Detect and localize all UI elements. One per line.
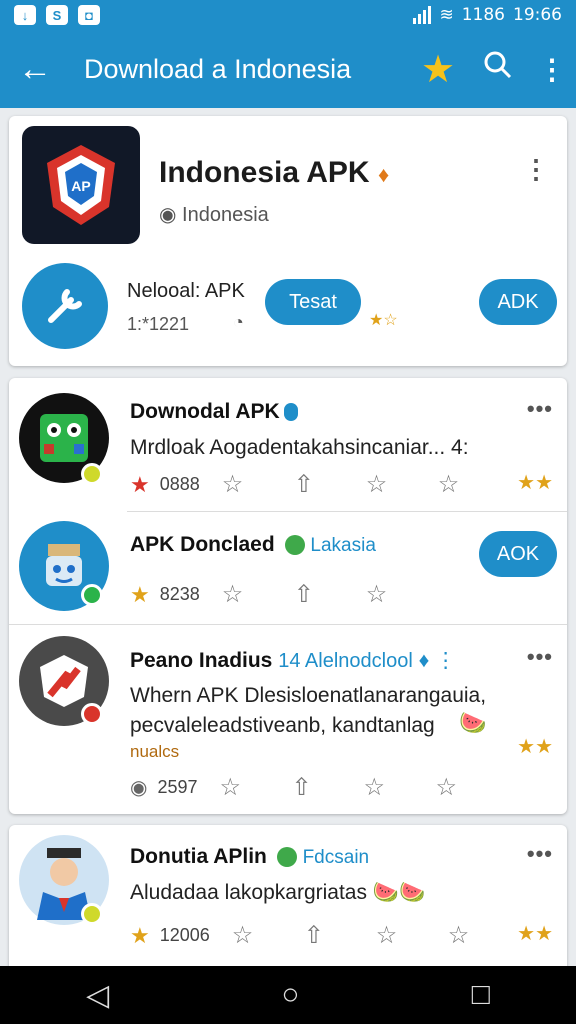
system-nav-bar: ◁ ○ □ (0, 966, 576, 1024)
badge-icon (81, 703, 103, 725)
app-notification-icon: S (46, 5, 68, 25)
signal-icon (413, 6, 432, 24)
app-title: Indonesia APK ♦ (159, 156, 390, 189)
item-actions: ◉ 2597 ☆ ⇧ ☆ ☆ (130, 773, 508, 802)
item-more-icon[interactable]: ••• (527, 644, 553, 670)
list-item-desc: Mrdloak Aogadentakahsincaniar... 4: (130, 436, 469, 459)
badge-icon (81, 584, 103, 606)
verified-icon: ♦ ⋮ (418, 649, 457, 672)
rating-stars-icon: ★★ (517, 736, 553, 758)
star-outline-icon[interactable]: ☆ (436, 773, 508, 802)
star-outline-icon[interactable]: ☆ (220, 773, 292, 802)
list-item-name[interactable]: APK Donclaed Lakasia (130, 533, 376, 557)
like-icon[interactable]: ⇧ (292, 773, 364, 802)
wifi-icon: ≋ (439, 5, 454, 25)
svg-text:AP: AP (71, 178, 90, 194)
featured-app-card[interactable]: AP Indonesia APK ♦ ◉ Indonesia ⋮ Nelooal… (9, 116, 567, 366)
item-count: 0888 (159, 474, 200, 494)
list-item-name[interactable]: Peano Inadius 14 Alelnodclool ♦ ⋮ (130, 648, 456, 673)
item-more-icon[interactable]: ••• (527, 396, 553, 422)
download-notification-icon: ↓ (14, 5, 36, 25)
item-count: 2597 (157, 777, 198, 797)
list-item-desc: Whern APK Dlesisloenatlanarangauia, (130, 684, 487, 707)
nav-recents-icon[interactable]: □ (472, 978, 490, 1012)
badge-icon (81, 463, 103, 485)
apk-button[interactable]: ADK (479, 279, 557, 325)
list-item-name[interactable]: Downodal APK (130, 400, 298, 424)
star-filled-icon: ★ (130, 471, 150, 497)
battery-text: 1186 (461, 5, 505, 25)
install-button[interactable]: Tesat (265, 279, 361, 325)
rating-stars-icon: ★☆ (369, 312, 398, 329)
item-count: 8238 (159, 584, 200, 604)
row-app-meta: 1:*1221 (127, 314, 190, 334)
star-outline-icon[interactable]: ☆ (232, 921, 304, 950)
app-list-card: Donutia APlin Fdcsain ••• Aludadaa lakop… (9, 825, 567, 975)
list-item-desc: pecvaleleadstiveanb, kandtanlag (130, 714, 435, 737)
item-count: 12006 (159, 925, 210, 945)
verified-icon (276, 847, 297, 868)
star-filled-icon: ★ (130, 922, 150, 948)
nav-home-icon[interactable]: ○ (281, 978, 299, 1012)
apk-button[interactable]: AOK (479, 531, 557, 577)
app-list-card: Downodal APK ••• Mrdloak Aogadentakahsin… (9, 378, 567, 814)
list-item-name[interactable]: Donutia APlin Fdcsain (130, 845, 369, 869)
page-title: Download a Indonesia (84, 53, 352, 84)
star-outline-icon[interactable]: ☆ (222, 470, 294, 499)
star-outline-icon[interactable]: ☆ (366, 580, 438, 609)
row-app-name: Nelooal: APK (127, 280, 245, 302)
star-icon[interactable]: ★ (408, 47, 468, 92)
app-subtitle: ◉ Indonesia (159, 204, 269, 226)
star-outline-icon[interactable]: ☆ (222, 580, 294, 609)
nav-back-icon[interactable]: ◁ (86, 978, 109, 1013)
globe-icon: ◉ (130, 777, 148, 799)
item-actions: ★ 0888 ☆ ⇧ ☆ ☆ (130, 470, 510, 499)
like-icon[interactable]: ⇧ (294, 580, 366, 609)
emoji-icon: 🍉 (459, 710, 487, 735)
star-outline-icon[interactable]: ☆ (448, 921, 520, 950)
like-icon[interactable]: ⇧ (294, 470, 366, 499)
divider (9, 624, 567, 625)
app-bar: ← Download a Indonesia ★ ⋮ (0, 30, 576, 108)
more-options-icon[interactable]: ⋮ (528, 53, 576, 86)
emoji-icon: 🍉🍉 (372, 881, 426, 904)
verified-icon (283, 403, 298, 422)
star-outline-icon[interactable]: ☆ (376, 921, 448, 950)
search-icon[interactable] (468, 50, 528, 88)
star-outline-icon[interactable]: ☆ (438, 470, 510, 499)
item-actions: ★ 8238 ☆ ⇧ ☆ (130, 580, 438, 609)
item-actions: ★ 12006 ☆ ⇧ ☆ ☆ (130, 921, 520, 950)
item-tag: Fdcsain (302, 847, 370, 868)
star-outline-icon[interactable]: ☆ (366, 470, 438, 499)
tool-app-icon (22, 263, 108, 349)
divider (127, 511, 567, 512)
badge-icon (81, 903, 103, 925)
status-time: 19:66 (513, 5, 562, 25)
status-bar: ↓ S ◘ ≋ 1186 19:66 (0, 0, 576, 30)
item-tag: Lakasia (310, 535, 376, 556)
star-filled-icon: ★ (130, 581, 150, 607)
rating-stars-icon: ★★ (517, 472, 553, 494)
list-item-desc: nualcs (130, 742, 180, 761)
globe-icon: ◉ (159, 204, 177, 226)
verified-icon (284, 535, 305, 556)
card-more-icon[interactable]: ⋮ (523, 154, 549, 185)
item-more-icon[interactable]: ••• (527, 841, 553, 867)
app-logo-icon: AP (22, 126, 140, 244)
back-arrow-icon[interactable]: ← (0, 52, 70, 86)
item-tag: 14 Alelnodclool (278, 650, 413, 672)
list-item-desc: Aludadaa lakopkargriatas 🍉🍉 (130, 881, 426, 904)
message-notification-icon: ◘ (78, 5, 100, 25)
clock-icon: ◔ (233, 312, 244, 332)
like-icon[interactable]: ⇧ (304, 921, 376, 950)
star-outline-icon[interactable]: ☆ (364, 773, 436, 802)
rating-stars-icon: ★★ (517, 923, 553, 945)
